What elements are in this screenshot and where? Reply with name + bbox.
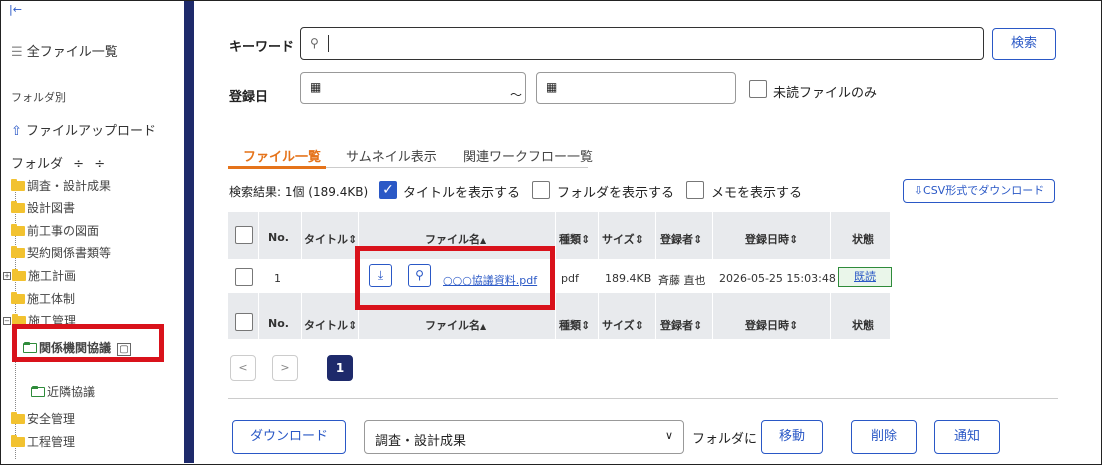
page-frame: [0, 0, 1102, 465]
